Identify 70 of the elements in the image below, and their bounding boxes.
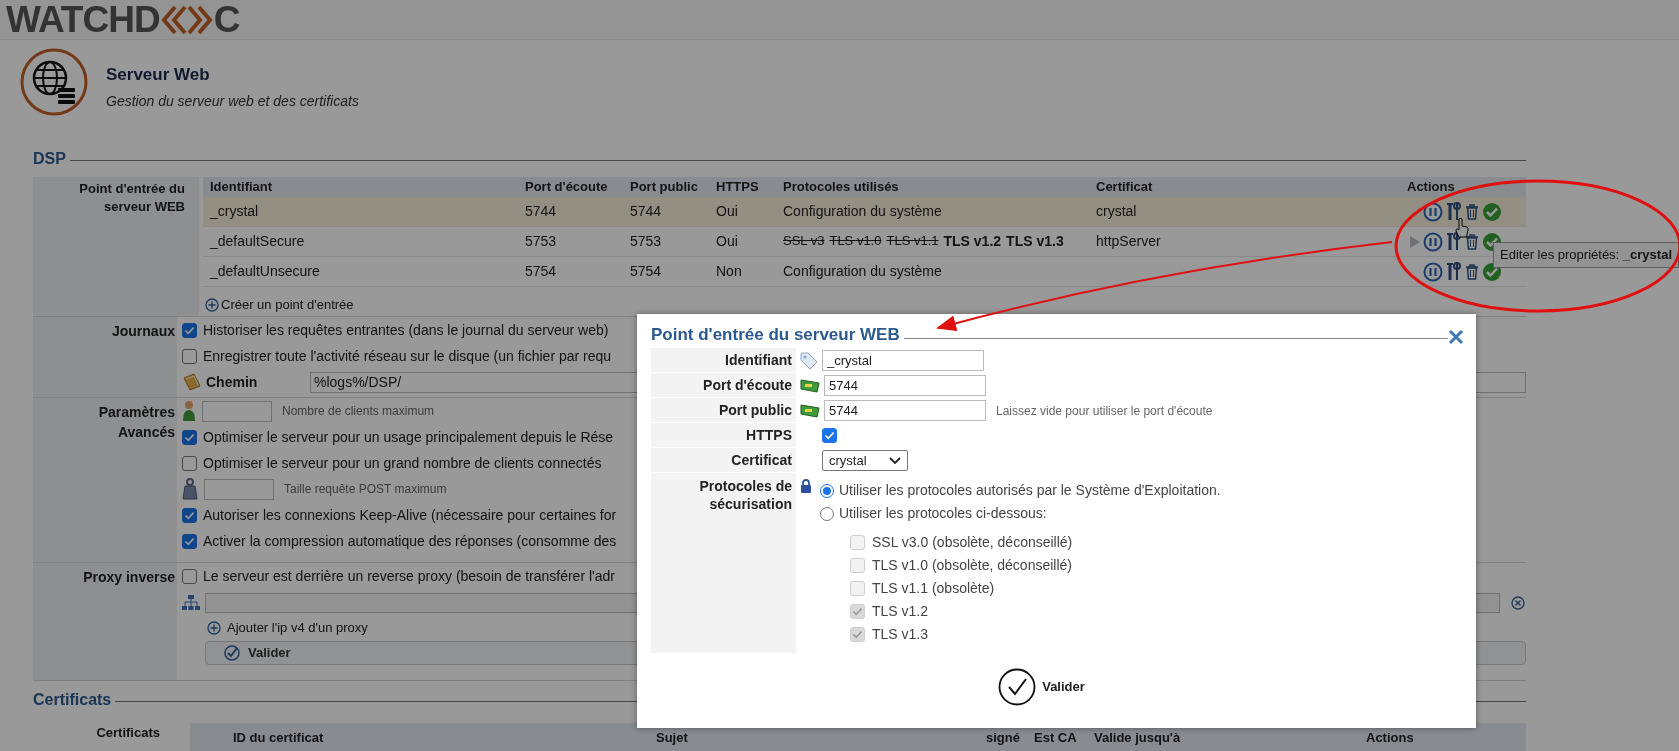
table-cell-text: 5744 [629, 202, 663, 221]
protocol-label: TLS v1.0 [829, 232, 882, 250]
table-cell-text: 5754 [629, 262, 663, 281]
field-hint: Taille requête POST maximum [284, 481, 447, 498]
page-subtitle: Gestion du serveur web et des certificats [106, 91, 359, 111]
section-title: Certificats [33, 690, 112, 710]
column-header: Identifiant [209, 178, 274, 197]
table-cell-text: httpServer [1095, 232, 1162, 251]
field-hint: Laissez vide pour utiliser le port d'écoute [996, 402, 1213, 420]
field-label: Certificat [731, 450, 792, 470]
protocol-label: TLS v1.3 [1006, 232, 1064, 251]
field-label: HTTPS [746, 425, 792, 445]
field-label: Point d'entrée du serveur WEB [78, 180, 185, 216]
table-cell-text: Oui [715, 232, 739, 251]
field-label: Port d'écoute [703, 375, 792, 395]
protocol-label: Configuration du système [783, 202, 942, 221]
option-label: Le serveur est derrière un reverse proxy (besoin de transférer l'adr [203, 566, 615, 586]
table-cell-text: 5754 [524, 262, 558, 281]
column-header: Port public [629, 178, 699, 197]
page-title: Serveur Web [106, 64, 211, 86]
field-label: Protocoles de sécurisation [699, 478, 792, 512]
tooltip: Editer les propriétés: _crystal [1493, 242, 1679, 268]
option-label: Autoriser les connexions Keep-Alive (nécessaire pour certaines for [203, 505, 617, 525]
dialog-title: Point d'entrée du serveur WEB [651, 323, 900, 346]
option-label: TLS v1.1 (obsolète) [872, 579, 995, 598]
table-cell-text: 5753 [524, 232, 558, 251]
column-header: signé [986, 731, 1021, 747]
protocol-label: Configuration du système [783, 262, 942, 281]
table-cell-text: _defaultSecure [208, 232, 306, 251]
option-label: Utiliser les protocoles autorisés par le Système d'Exploitation. [839, 481, 1221, 500]
option-label: Optimiser le serveur pour un usage principalement depuis le Rése [203, 427, 614, 447]
section-label: Paramètres Avancés [97, 403, 175, 442]
table-cell-text: crystal [1095, 202, 1138, 221]
option-label: TLS v1.0 (obsolète, déconseillé) [872, 556, 1072, 575]
column-header: Sujet [656, 731, 689, 747]
field-label: Identifiant [725, 350, 792, 370]
table-cell-text: Non [715, 262, 743, 281]
option-label: Utiliser les protocoles ci-dessous: [839, 504, 1047, 523]
protocol-label: TLS v1.1 [886, 232, 939, 250]
protocol-label: SSL v3 [783, 232, 825, 250]
column-header: Port d'écoute [524, 178, 609, 197]
section-label: Journaux [111, 322, 175, 341]
field-label: Certificats [95, 724, 160, 742]
column-header: Actions [1406, 178, 1456, 197]
option-label: Optimiser le serveur pour un grand nombre de clients connectés [203, 453, 602, 473]
column-header: Certificat [1095, 178, 1154, 197]
option-label: SSL v3.0 (obsolète, déconseillé) [872, 533, 1073, 552]
table-cell-text: Oui [715, 202, 739, 221]
option-label: Activer la compression automatique des réponses (consomme des [203, 531, 617, 551]
column-header: Valide jusqu'à [1094, 731, 1182, 747]
table-cell-text: _crystal [208, 202, 260, 221]
field-label: Port public [718, 400, 792, 420]
table-cell-text: 5753 [629, 232, 663, 251]
option-label: TLS v1.3 [872, 625, 929, 644]
column-header: Est CA [1034, 731, 1078, 747]
section-title: DSP [33, 149, 66, 169]
watchdoc-logo: WATCHD C [6, 1, 240, 38]
protocol-label: TLS v1.2 [943, 232, 1002, 251]
option-label: Historiser les requêtes entrantes (dans le journal du serveur web) [203, 320, 609, 340]
column-header: ID du certificat [233, 731, 325, 747]
option-label: Enregistrer toute l'activité réseau sur le disque (un fichier par requ [203, 346, 612, 366]
column-header: Protocoles utilisés [782, 178, 900, 197]
field-label: Chemin [206, 372, 259, 392]
option-label: TLS v1.2 [872, 602, 929, 621]
table-cell-text: _defaultUnsecure [208, 262, 321, 281]
column-header: Actions [1366, 731, 1415, 747]
table-cell-text: 5744 [524, 202, 558, 221]
field-hint: Nombre de clients maximum [282, 403, 435, 420]
column-header: HTTPS [715, 178, 760, 197]
section-label: Proxy inverse [82, 568, 175, 587]
